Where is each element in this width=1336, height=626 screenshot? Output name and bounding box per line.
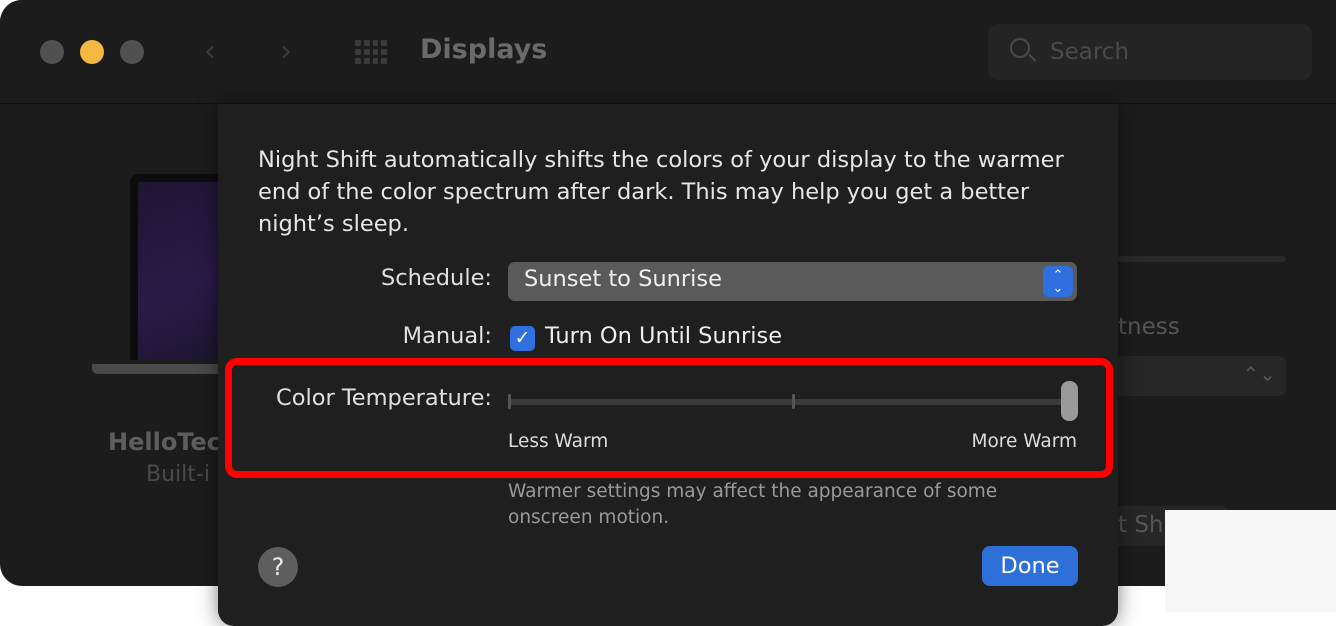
brightness-label: tness	[1118, 314, 1180, 340]
display-name: HelloTec	[108, 428, 221, 456]
search-input[interactable]: Search	[988, 24, 1312, 80]
minimize-button[interactable]	[80, 40, 104, 64]
search-icon	[1010, 38, 1030, 58]
back-icon[interactable]: ‹	[204, 34, 216, 69]
forward-icon[interactable]: ›	[280, 34, 292, 69]
schedule-label: Schedule:	[381, 265, 492, 291]
schedule-popup[interactable]: Sunset to Sunrise ⌃ ⌄	[508, 262, 1077, 301]
laptop-image	[92, 174, 222, 384]
display-type: Built-i	[146, 462, 210, 487]
background-popup: ⌃⌄	[1118, 356, 1286, 396]
show-all-grid-icon[interactable]	[355, 40, 387, 64]
schedule-value: Sunset to Sunrise	[524, 266, 722, 292]
close-button[interactable]	[40, 40, 64, 64]
title-bar: ‹ › Displays Search	[0, 0, 1336, 104]
window-title: Displays	[420, 34, 548, 65]
warmer-settings-note: Warmer settings may affect the appearanc…	[508, 481, 998, 528]
search-placeholder: Search	[1050, 39, 1130, 65]
zoom-button[interactable]	[120, 40, 144, 64]
night-shift-description: Night Shift automatically shifts the col…	[258, 147, 1064, 237]
manual-label: Manual:	[402, 323, 492, 349]
blank-area	[1165, 510, 1336, 612]
highlight-box	[225, 358, 1113, 478]
manual-checkbox[interactable]: ✓	[510, 326, 535, 351]
manual-option-label[interactable]: Turn On Until Sunrise	[545, 323, 782, 349]
up-down-chevron-icon: ⌃ ⌄	[1043, 266, 1073, 297]
done-button[interactable]: Done	[982, 546, 1078, 586]
background-slider	[1118, 256, 1286, 262]
help-button[interactable]: ?	[258, 547, 298, 587]
